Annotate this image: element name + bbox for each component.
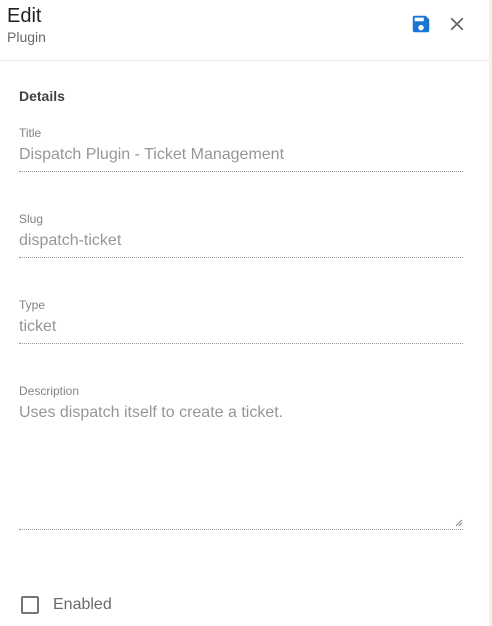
resize-handle-icon[interactable] [455,519,463,527]
title-input[interactable]: Dispatch Plugin - Ticket Management [19,145,463,165]
slug-input[interactable]: dispatch-ticket [19,231,463,251]
slug-field: Slug dispatch-ticket [19,212,463,258]
drawer-header: Edit Plugin [0,0,492,56]
drawer-subtitle: Plugin [7,29,46,45]
type-input[interactable]: ticket [19,317,463,337]
title-label: Title [19,126,42,140]
title-underline [19,171,463,172]
description-underline [19,529,463,530]
type-underline [19,343,463,344]
close-icon [450,17,464,31]
slug-underline [19,257,463,258]
close-button[interactable] [443,10,471,38]
description-textarea[interactable]: Uses dispatch itself to create a ticket. [19,403,463,529]
section-title-details: Details [19,88,65,104]
slug-label: Slug [19,212,44,226]
save-button[interactable] [407,10,435,38]
description-field: Description Uses dispatch itself to crea… [19,384,463,530]
header-divider [0,60,489,61]
enabled-checkbox-row[interactable]: Enabled [21,596,112,614]
edit-plugin-drawer: Edit Plugin Details Title Dispatch Plugi… [0,0,492,626]
enabled-label: Enabled [53,596,112,613]
type-field: Type ticket [19,298,463,344]
drawer-title: Edit [7,5,42,27]
title-field: Title Dispatch Plugin - Ticket Managemen… [19,126,463,172]
content-save-icon [412,15,430,33]
type-label: Type [19,298,46,312]
description-label: Description [19,384,80,398]
enabled-checkbox[interactable] [21,596,39,614]
